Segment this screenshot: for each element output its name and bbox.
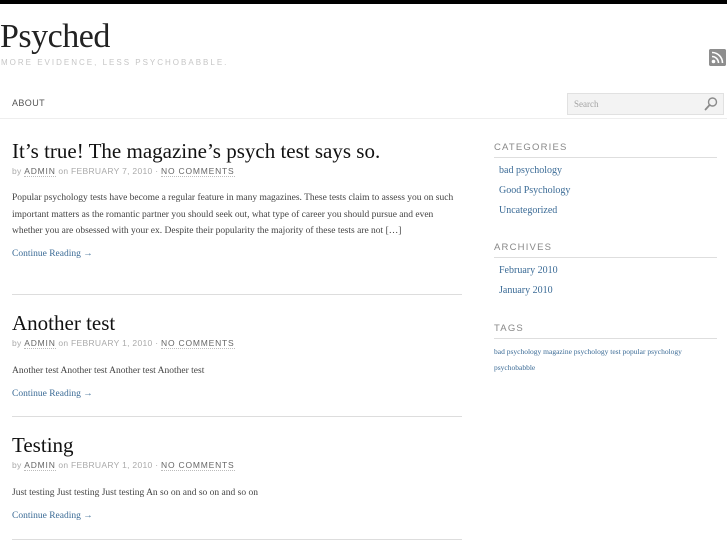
rss-icon[interactable] [709, 49, 726, 66]
archive-link-january-2010[interactable]: January 2010 [499, 285, 553, 296]
post-title[interactable]: Another test [12, 311, 462, 335]
post-excerpt: Popular psychology tests have become a r… [12, 193, 454, 236]
meta-by: by [12, 338, 22, 348]
post-author-link[interactable]: ADMIN [24, 460, 56, 471]
post-author-link[interactable]: ADMIN [24, 338, 56, 349]
search-input[interactable] [568, 94, 704, 114]
post: It’s true! The magazine’s psych test say… [12, 139, 462, 259]
post-comments-link[interactable]: NO COMMENTS [161, 166, 235, 177]
category-link-uncategorized[interactable]: Uncategorized [499, 205, 557, 216]
meta-separator: · [155, 460, 159, 470]
post-comments-link[interactable]: NO COMMENTS [161, 338, 235, 349]
post-meta: by ADMIN on FEBRUARY 1, 2010 · NO COMMEN… [12, 459, 462, 471]
post-author-link[interactable]: ADMIN [24, 166, 56, 177]
meta-by: by [12, 166, 22, 176]
top-bar [0, 0, 727, 4]
post-meta: by ADMIN on FEBRUARY 7, 2010 · NO COMMEN… [12, 165, 462, 177]
post-meta: by ADMIN on FEBRUARY 1, 2010 · NO COMMEN… [12, 337, 462, 349]
meta-on: on [58, 166, 69, 176]
continue-reading-link[interactable]: Continue Reading → [12, 249, 462, 259]
post: Testing by ADMIN on FEBRUARY 1, 2010 · N… [12, 433, 462, 521]
post: Another test by ADMIN on FEBRUARY 1, 201… [12, 311, 462, 399]
tag-link[interactable]: bad psychology [494, 347, 541, 356]
post-divider [12, 416, 462, 417]
category-link-bad-psychology[interactable]: bad psychology [499, 165, 562, 176]
site-tagline: MORE EVIDENCE, LESS PSYCHOBABBLE. [1, 58, 229, 67]
post-comments-link[interactable]: NO COMMENTS [161, 460, 235, 471]
archives-heading: ARCHIVES [494, 242, 717, 258]
category-link-good-psychology[interactable]: Good Psychology [499, 185, 570, 196]
tags-heading: TAGS [494, 323, 717, 339]
meta-on: on [58, 338, 69, 348]
tag-link[interactable]: popular psychology [623, 347, 682, 356]
tag-link[interactable]: psychobabble [494, 363, 535, 372]
tag-cloud: bad psychology magazine psychology test … [494, 344, 719, 376]
post-date: FEBRUARY 1, 2010 [71, 338, 153, 348]
meta-by: by [12, 460, 22, 470]
archive-link-february-2010[interactable]: February 2010 [499, 265, 558, 276]
tag-link[interactable]: magazine psychology test [543, 347, 620, 356]
post-title[interactable]: It’s true! The magazine’s psych test say… [12, 139, 462, 163]
categories-heading: CATEGORIES [494, 142, 717, 158]
nav-about-link[interactable]: ABOUT [12, 98, 45, 108]
search-icon[interactable] [703, 96, 719, 112]
site-title[interactable]: Psyched [0, 17, 110, 57]
continue-reading-link[interactable]: Continue Reading → [12, 511, 462, 521]
meta-on: on [58, 460, 69, 470]
post-excerpt: Another test Another test Another test A… [12, 366, 205, 376]
meta-separator: · [155, 166, 159, 176]
post-excerpt: Just testing Just testing Just testing A… [12, 488, 258, 498]
meta-separator: · [155, 338, 159, 348]
nav-divider [0, 118, 727, 119]
post-date: FEBRUARY 7, 2010 [71, 166, 153, 176]
continue-reading-link[interactable]: Continue Reading → [12, 389, 462, 399]
post-date: FEBRUARY 1, 2010 [71, 460, 153, 470]
post-divider [12, 294, 462, 295]
post-divider [12, 539, 462, 540]
search-box [567, 93, 724, 115]
post-title[interactable]: Testing [12, 433, 462, 457]
